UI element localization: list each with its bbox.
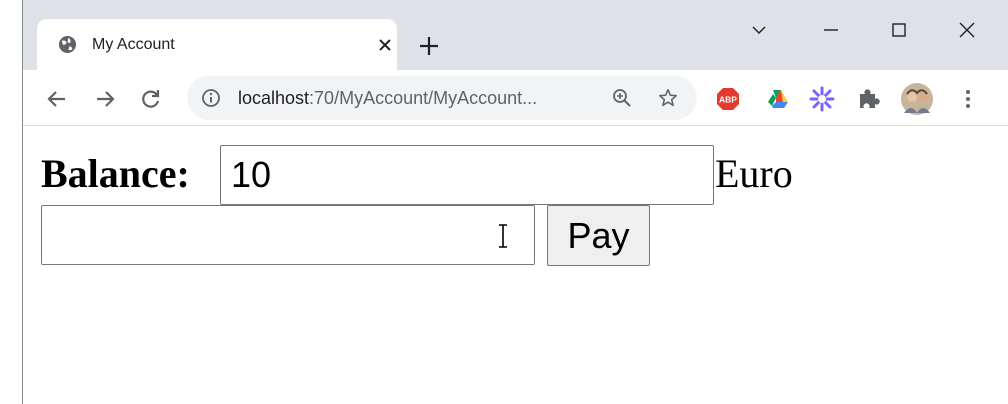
tab-strip: My Account [23, 0, 1008, 70]
puzzle-icon[interactable] [855, 86, 881, 112]
pay-button[interactable]: Pay [547, 205, 650, 266]
toolbar: localhost:70/MyAccount/MyAccount... ABP [23, 70, 1008, 126]
currency-label: Euro [715, 151, 793, 196]
url-path: :70/MyAccount/MyAccount... [309, 88, 538, 108]
adblock-plus-icon[interactable]: ABP [715, 86, 741, 112]
chevron-down-icon[interactable] [747, 18, 771, 42]
bookmark-star-icon[interactable] [657, 87, 679, 109]
reload-icon[interactable] [139, 87, 163, 111]
url-host: localhost [238, 88, 310, 108]
back-arrow-icon[interactable] [45, 87, 69, 111]
text-cursor-icon [499, 224, 507, 248]
extension-flower-icon[interactable] [809, 86, 835, 112]
plus-icon[interactable] [418, 35, 440, 57]
svg-text:ABP: ABP [719, 95, 737, 105]
google-drive-icon[interactable] [764, 86, 790, 112]
forward-arrow-icon[interactable] [93, 87, 117, 111]
globe-icon [58, 35, 77, 54]
balance-label: Balance: [41, 151, 190, 196]
maximize-icon[interactable] [887, 18, 911, 42]
pay-amount-input[interactable] [41, 205, 535, 265]
close-window-icon[interactable] [955, 18, 979, 42]
tab-my-account[interactable]: My Account [37, 19, 397, 70]
close-icon[interactable] [377, 37, 393, 53]
tab-title: My Account [92, 36, 175, 53]
zoom-icon[interactable] [611, 87, 633, 109]
browser-window: My Account localhost:70/MyAccount/MyAcco… [22, 0, 1008, 404]
page-content: Balance: Euro Pay [23, 127, 1008, 404]
url-text: localhost:70/MyAccount/MyAccount... [238, 88, 537, 109]
address-bar[interactable]: localhost:70/MyAccount/MyAccount... [187, 76, 697, 120]
minimize-icon[interactable] [819, 18, 843, 42]
profile-avatar[interactable] [901, 83, 933, 115]
menu-icon[interactable] [955, 86, 981, 112]
info-icon[interactable] [201, 88, 221, 108]
balance-field[interactable] [220, 145, 714, 205]
